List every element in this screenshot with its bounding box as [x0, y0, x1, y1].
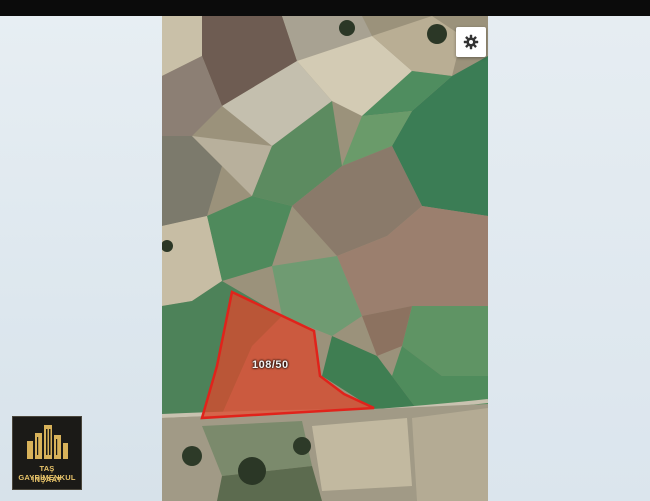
parcel-number-label: 108/50 — [252, 359, 289, 371]
right-panel — [488, 16, 650, 501]
gear-icon — [463, 34, 479, 50]
logo-company-subtitle: İNŞAAT — [32, 475, 62, 484]
satellite-map[interactable] — [162, 16, 488, 501]
map-settings-button[interactable] — [456, 27, 486, 57]
building-icon — [27, 425, 68, 459]
top-bar — [0, 0, 650, 16]
satellite-imagery — [162, 16, 488, 501]
company-logo: TAŞ GAYRİMENKUL İNŞAAT — [12, 416, 82, 490]
